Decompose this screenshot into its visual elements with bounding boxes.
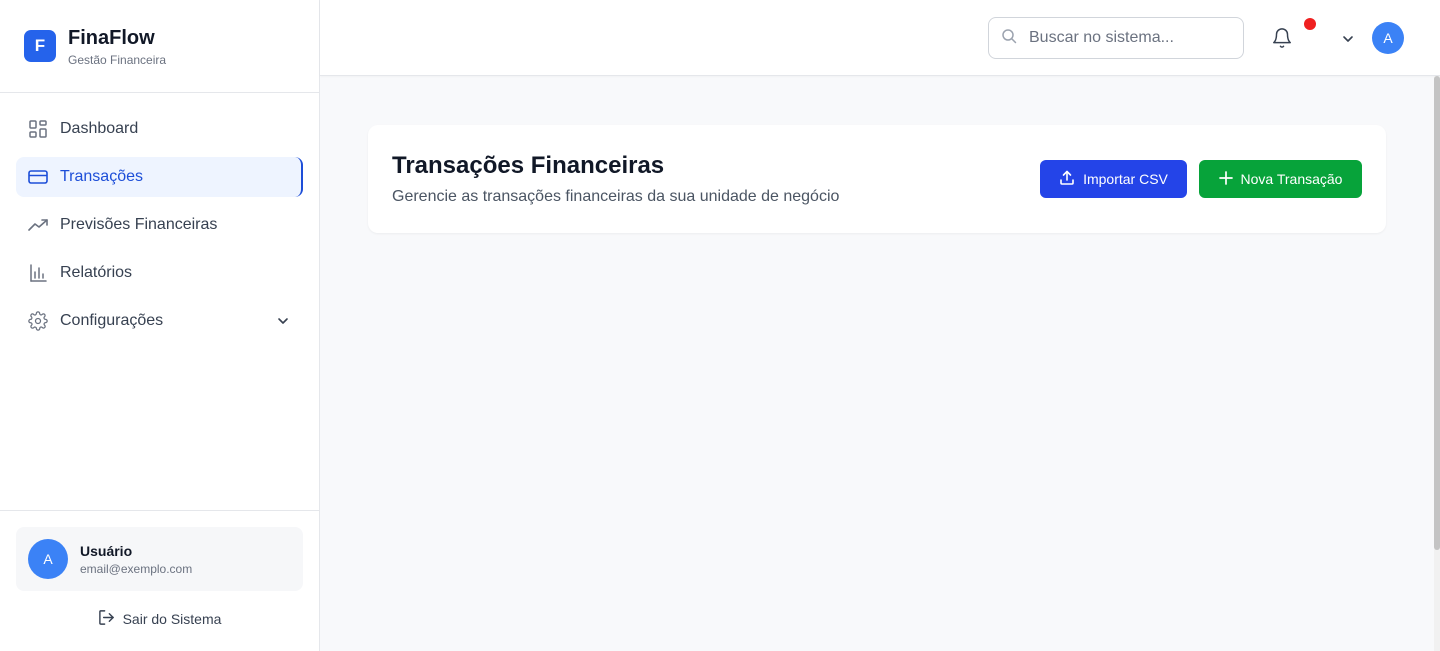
scrollbar-thumb[interactable] [1434, 76, 1440, 550]
brand-subtitle: Gestão Financeira [68, 52, 167, 67]
brand-name: FinaFlow [68, 26, 155, 49]
sidebar-item-label: Relatórios [60, 264, 133, 281]
avatar: A [28, 539, 68, 579]
sidebar-nav: Dashboard Transações Previsões Financeir… [0, 93, 319, 341]
sidebar-item-dashboard[interactable]: Dashboard [16, 109, 303, 149]
sidebar-item-label: Dashboard [60, 120, 139, 137]
sidebar-item-label: Configurações [60, 312, 164, 329]
user-card[interactable]: A Usuário email@exemplo.com [16, 527, 303, 591]
sidebar-item-label: Previsões Financeiras [60, 216, 218, 233]
new-transaction-label: Nova Transação [1240, 171, 1343, 187]
user-area: A Usuário email@exemplo.com Sair do Sist… [0, 510, 319, 651]
brand-text: FinaFlow Gestão Financeira [68, 26, 166, 67]
sidebar-item-reports[interactable]: Relatórios [16, 253, 303, 293]
brand-logo[interactable]: F [24, 30, 56, 62]
new-transaction-button[interactable]: Nova Transação [1199, 160, 1362, 198]
logout-icon [98, 609, 115, 629]
user-name: Usuário [80, 542, 133, 559]
sidebar-item-forecasts[interactable]: Previsões Financeiras [16, 205, 303, 245]
sidebar-item-label: Transações [60, 168, 143, 185]
user-info: Usuário email@exemplo.com [80, 543, 192, 576]
dashboard-grid-icon [28, 119, 48, 139]
import-csv-label: Importar CSV [1083, 171, 1168, 187]
header-avatar[interactable]: A [1372, 22, 1404, 54]
bar-chart-icon [28, 263, 48, 283]
credit-card-icon [28, 167, 48, 187]
page-header-card: Transações Financeiras Gerencie as trans… [368, 125, 1386, 233]
chevron-down-icon[interactable] [275, 313, 291, 329]
search-box[interactable] [988, 17, 1244, 59]
notification-badge [1304, 18, 1316, 30]
page-subtitle: Gerencie as transações financeiras da su… [392, 188, 840, 205]
trending-up-icon [28, 215, 48, 235]
upload-icon [1059, 170, 1075, 189]
brand-header: F FinaFlow Gestão Financeira [0, 0, 319, 93]
gear-icon [28, 311, 48, 331]
top-header: A [320, 0, 1440, 76]
user-email: email@exemplo.com [80, 561, 193, 576]
import-csv-button[interactable]: Importar CSV [1040, 160, 1187, 198]
sidebar: F FinaFlow Gestão Financeira Dashboard T… [0, 0, 320, 651]
chevron-down-icon[interactable] [1340, 31, 1356, 47]
sidebar-item-settings[interactable]: Configurações [16, 301, 303, 341]
plus-icon [1218, 170, 1233, 188]
logout-label: Sair do Sistema [122, 611, 222, 627]
logout-button[interactable]: Sair do Sistema [16, 609, 303, 629]
search-icon [1001, 28, 1017, 49]
page-title: Transações Financeiras [392, 152, 665, 179]
bell-icon[interactable] [1271, 27, 1293, 49]
search-input[interactable] [1029, 29, 1229, 47]
sidebar-item-transactions[interactable]: Transações [16, 157, 303, 197]
